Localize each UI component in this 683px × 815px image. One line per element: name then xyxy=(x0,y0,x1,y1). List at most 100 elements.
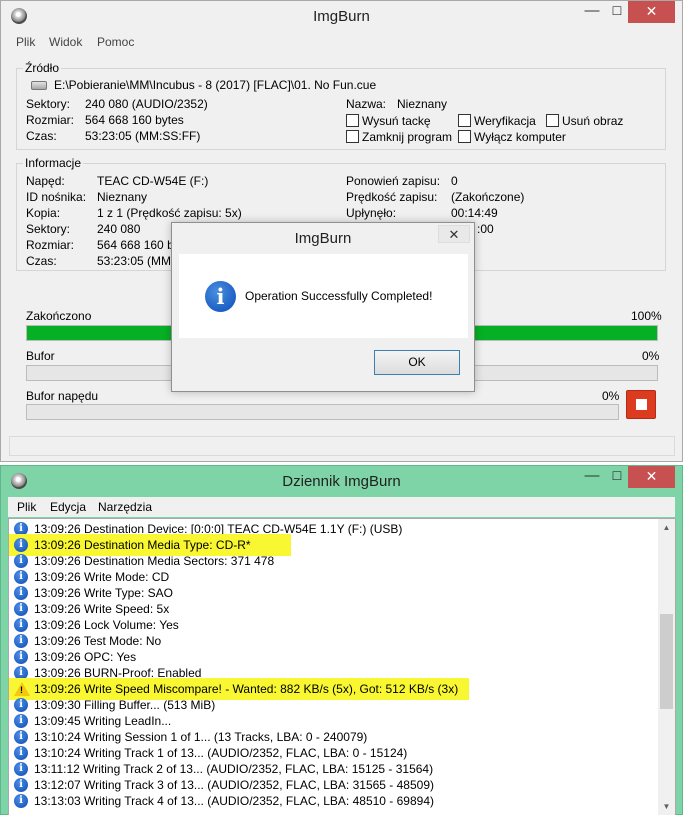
log-maximize-button[interactable]: ☐ xyxy=(605,466,629,488)
close-button[interactable]: ✕ xyxy=(628,1,675,23)
log-line-text: 13:09:30 Filling Buffer... (513 MiB) xyxy=(34,698,216,712)
source-value-time: 53:23:05 (MM:SS:FF) xyxy=(85,129,201,143)
log-line: i 13:12:07 Writing Track 3 of 13... (AUDI… xyxy=(9,777,659,793)
log-line: i 13:09:26 Destination Media Type: CD-R* xyxy=(9,534,659,556)
drive-icon xyxy=(31,81,47,90)
dialog-title: ImgBurn xyxy=(294,230,352,247)
stop-button[interactable] xyxy=(626,390,656,419)
log-window: Dziennik ImgBurn — ☐ ✕ Plik Edycja Narzę… xyxy=(0,465,683,815)
log-line: i 13:13:03 Writing Track 4 of 13... (AUDI… xyxy=(9,793,659,809)
dialog-message: Operation Successfully Completed! xyxy=(245,289,433,303)
info-label-time: Czas: xyxy=(26,254,57,268)
checkbox-delete-image-label[interactable]: Usuń obraz xyxy=(562,114,623,128)
log-menu-narzedzia[interactable]: Narzędzia xyxy=(98,500,152,514)
log-scrollbar[interactable]: ▲ ▼ xyxy=(658,519,675,815)
log-line: i 13:11:12 Writing Track 2 of 13... (AUDI… xyxy=(9,761,659,777)
info-value-media-id: Nieznany xyxy=(97,190,148,204)
log-line: i 13:09:45 Writing LeadIn... xyxy=(9,713,659,729)
info-label-elapsed: Upłynęło: xyxy=(346,206,397,220)
source-label-time: Czas: xyxy=(26,129,57,143)
source-value-sectors: 240 080 (AUDIO/2352) xyxy=(85,97,208,111)
ok-button[interactable]: OK xyxy=(374,350,460,375)
log-line: ! 13:09:26 Write Speed Miscompare! - Want… xyxy=(9,678,659,700)
log-line: i 13:09:26 Write Speed: 5x xyxy=(9,601,659,617)
info-value-retries: 0 xyxy=(451,174,458,188)
info-label-retries: Ponowień zapisu: xyxy=(346,174,441,188)
buffer-label: Bufor xyxy=(26,349,55,363)
checkbox-eject-tray-label[interactable]: Wysuń tackę xyxy=(362,114,431,128)
checkbox-delete-image[interactable] xyxy=(546,114,559,127)
log-line-text: 13:09:26 Destination Media Type: CD-R* xyxy=(34,538,251,552)
checkbox-verify[interactable] xyxy=(458,114,471,127)
checkbox-shutdown-label[interactable]: Wyłącz komputer xyxy=(474,130,566,144)
log-line: i 13:09:26 Write Mode: CD xyxy=(9,569,659,585)
info-icon: i xyxy=(14,570,28,584)
info-icon: i xyxy=(14,538,28,552)
checkbox-close-program-label[interactable]: Zamknij program xyxy=(362,130,452,144)
info-value-write-speed: (Zakończone) xyxy=(451,190,525,204)
info-icon: i xyxy=(14,794,28,808)
checkbox-verify-label[interactable]: Weryfikacja xyxy=(474,114,536,128)
info-icon: i xyxy=(14,698,28,712)
checkbox-eject-tray[interactable] xyxy=(346,114,359,127)
log-title-bar: Dziennik ImgBurn — ☐ ✕ xyxy=(1,466,682,497)
scroll-up-arrow-icon[interactable]: ▲ xyxy=(658,519,675,536)
log-line-text: 13:09:26 Write Speed Miscompare! - Wante… xyxy=(34,682,459,696)
minimize-button[interactable]: — xyxy=(579,1,605,23)
log-line: i 13:09:30 Filling Buffer... (513 MiB) xyxy=(9,697,659,713)
checkbox-shutdown[interactable] xyxy=(458,130,471,143)
log-line-text: 13:09:26 Destination Media Sectors: 371 … xyxy=(34,554,275,568)
log-line-text: 13:09:45 Writing LeadIn... xyxy=(34,714,172,728)
log-close-button[interactable]: ✕ xyxy=(628,466,675,488)
info-icon: i xyxy=(14,602,28,616)
log-line-text: 13:09:26 Write Type: SAO xyxy=(34,586,173,600)
info-icon: i xyxy=(14,714,28,728)
completion-dialog: ImgBurn ✕ i Operation Successfully Compl… xyxy=(171,222,475,392)
info-value-elapsed: 00:14:49 xyxy=(451,206,498,220)
log-line-text: 13:10:24 Writing Track 1 of 13... (AUDIO… xyxy=(34,746,408,760)
log-menu-plik[interactable]: Plik xyxy=(17,500,36,514)
info-value-drive: TEAC CD-W54E (F:) xyxy=(97,174,209,188)
log-line: i 13:10:24 Writing Track 1 of 13... (AUDI… xyxy=(9,745,659,761)
log-line-text: 13:09:26 Lock Volume: Yes xyxy=(34,618,179,632)
log-minimize-button[interactable]: — xyxy=(579,466,605,488)
log-line-text: 13:09:26 Write Mode: CD xyxy=(34,570,170,584)
log-line: i 13:09:26 Test Mode: No xyxy=(9,633,659,649)
info-icon: i xyxy=(14,778,28,792)
log-menu-bar: Plik Edycja Narzędzia xyxy=(8,497,675,517)
menu-bar: Plik Widok Pomoc xyxy=(1,32,682,52)
log-line-text: 13:12:07 Writing Track 3 of 13... (AUDIO… xyxy=(34,778,434,792)
menu-plik[interactable]: Plik xyxy=(16,35,35,49)
log-line: i 13:09:26 Lock Volume: Yes xyxy=(9,617,659,633)
info-icon: i xyxy=(205,281,236,312)
info-icon: i xyxy=(14,730,28,744)
drive-buffer-percent: 0% xyxy=(602,389,620,403)
info-label-drive: Napęd: xyxy=(26,174,65,188)
log-menu-edycja[interactable]: Edycja xyxy=(50,500,86,514)
maximize-button[interactable]: ☐ xyxy=(605,1,629,23)
log-line-text: 13:13:03 Writing Track 4 of 13... (AUDIO… xyxy=(34,794,434,808)
info-icon: i xyxy=(14,762,28,776)
source-legend: Źródło xyxy=(23,61,62,75)
source-file-path: E:\Pobieranie\MM\Incubus - 8 (2017) [FLA… xyxy=(54,78,377,92)
info-value-remaining: :00 xyxy=(477,222,494,236)
dialog-close-button[interactable]: ✕ xyxy=(438,225,470,243)
progress-label: Zakończono xyxy=(26,309,92,323)
checkbox-close-program[interactable] xyxy=(346,130,359,143)
scroll-thumb[interactable] xyxy=(660,614,673,709)
stop-icon xyxy=(636,399,647,410)
info-label-copy: Kopia: xyxy=(26,206,61,220)
title-bar: ImgBurn — ☐ ✕ xyxy=(1,1,682,32)
info-icon: i xyxy=(14,746,28,760)
info-label-write-speed: Prędkość zapisu: xyxy=(346,190,438,204)
info-value-sectors: 240 080 xyxy=(97,222,141,236)
scroll-down-arrow-icon[interactable]: ▼ xyxy=(658,798,675,815)
info-label-sectors: Sektory: xyxy=(26,222,71,236)
menu-widok[interactable]: Widok xyxy=(49,35,82,49)
warning-mark: ! xyxy=(20,685,23,695)
drive-buffer-label: Bufor napędu xyxy=(26,389,99,403)
source-label-size: Rozmiar: xyxy=(26,113,75,127)
menu-pomoc[interactable]: Pomoc xyxy=(97,35,134,49)
source-label-sectors: Sektory: xyxy=(26,97,71,111)
log-list[interactable]: i 13:09:26 Destination Device: [0:0:0] TE… xyxy=(8,518,676,815)
